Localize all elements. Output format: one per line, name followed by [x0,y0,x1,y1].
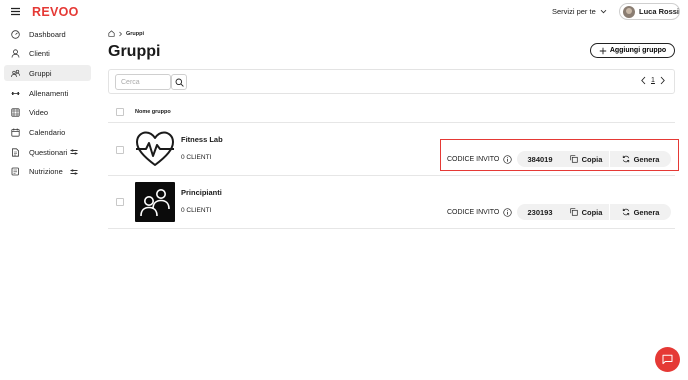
refresh-icon [622,155,629,163]
sidebar-item-clienti[interactable]: Clienti [4,46,91,62]
info-icon[interactable] [503,155,513,164]
user-menu[interactable]: Luca Rossi [619,3,680,20]
dumbbell-icon [11,91,20,95]
menu-icon[interactable] [10,6,21,17]
home-icon[interactable] [108,30,115,37]
groups-table: Nome gruppo Fitness Lab 0 CLIENTI CODICE… [108,101,675,229]
copy-icon [569,155,578,163]
search-input[interactable] [115,74,171,90]
column-header-name: Nome gruppo [135,109,171,115]
generate-label: Genera [633,154,660,164]
invite-code-value: 384019 [527,154,553,164]
group-clients-count: 0 CLIENTI [181,207,212,214]
group-name[interactable]: Fitness Lab [181,135,223,144]
video-icon [11,108,20,117]
sidebar-item-calendario[interactable]: Calendario [4,124,91,140]
invite-code-value: 230193 [527,207,553,217]
sidebar-item-allenamenti[interactable]: Allenamenti [4,85,91,101]
chevron-right-icon [119,31,122,36]
services-label: Servizi per te [552,7,596,16]
select-all-checkbox[interactable] [116,108,124,116]
page-title: Gruppi [108,43,161,60]
sidebar: Dashboard Clienti Gruppi Allenamenti Vid… [0,26,95,184]
table-header: Nome gruppo [108,101,675,123]
invite-code-controls: 384019 Copia Genera [517,151,671,167]
chevron-right-icon[interactable] [659,76,666,85]
sidebar-item-nutrizione[interactable]: Nutrizione [4,164,91,180]
info-icon[interactable] [503,208,513,217]
group-clients-count: 0 CLIENTI [181,154,212,161]
sidebar-item-label: Allenamenti [29,88,69,98]
invite-code-label: CODICE INVITO [447,155,513,164]
generate-code-button[interactable]: Genera [609,151,671,167]
invite-code-label: CODICE INVITO [447,208,513,217]
table-row: Fitness Lab 0 CLIENTI CODICE INVITO 3840… [108,123,675,176]
sidebar-item-label: Gruppi [29,68,52,78]
generate-code-button[interactable]: Genera [609,204,671,220]
add-group-label: Aggiungi gruppo [609,47,667,54]
sidebar-item-video[interactable]: Video [4,105,91,121]
table-row: Principianti 0 CLIENTI CODICE INVITO 230… [108,176,675,229]
chevron-left-icon[interactable] [640,76,647,85]
copy-label: Copia [581,154,603,164]
breadcrumb-current: Gruppi [126,30,145,37]
invite-code-text: CODICE INVITO [447,209,500,216]
chat-icon [662,354,673,365]
services-dropdown[interactable]: Servizi per te [552,7,607,16]
user-name: Luca Rossi [639,7,680,16]
sidebar-item-label: Calendario [29,127,66,137]
invite-code-controls: 230193 Copia Genera [517,204,671,220]
heart-pulse-icon [136,131,174,166]
search-button[interactable] [171,74,187,90]
sidebar-item-gruppi[interactable]: Gruppi [4,65,91,82]
chat-button[interactable] [655,347,680,372]
group-name[interactable]: Principianti [181,188,222,197]
avatar [623,5,635,18]
sidebar-item-dashboard[interactable]: Dashboard [4,26,91,42]
group-icon [11,69,20,77]
pagination: 1 [640,76,666,85]
copy-label: Copia [581,207,603,217]
app-logo[interactable]: REVOO [32,5,79,19]
breadcrumb: Gruppi [108,30,144,37]
document-icon [12,148,19,157]
plus-icon [599,47,607,54]
sidebar-item-label: Questionari [29,147,68,157]
user-icon [11,49,20,58]
sidebar-item-label: Nutrizione [29,167,63,177]
invite-code-text: CODICE INVITO [447,156,500,163]
calendar-icon [11,128,20,137]
chevron-down-icon [600,9,607,14]
row-checkbox[interactable] [116,198,124,206]
group-thumbnail[interactable] [135,182,175,222]
search-icon [175,78,184,87]
top-bar: REVOO Servizi per te Luca Rossi [0,0,688,24]
copy-code-button[interactable]: Copia [563,204,609,220]
generate-label: Genera [633,207,660,217]
nutrition-icon [11,167,19,176]
sidebar-item-label: Video [29,108,49,118]
refresh-icon [622,208,629,216]
toolbar-panel: 1 [108,69,675,94]
sidebar-item-label: Dashboard [29,29,66,39]
copy-code-button[interactable]: Copia [563,151,609,167]
copy-icon [569,208,578,216]
switch-icon [70,149,78,155]
dashboard-icon [11,29,20,39]
sidebar-item-label: Clienti [29,49,50,59]
page-number[interactable]: 1 [651,77,655,84]
add-group-button[interactable]: Aggiungi gruppo [590,43,675,58]
sidebar-item-questionari[interactable]: Questionari [4,144,91,160]
switch-icon [70,169,78,175]
row-checkbox[interactable] [116,146,124,154]
people-icon [140,189,170,217]
group-thumbnail[interactable] [135,130,175,170]
